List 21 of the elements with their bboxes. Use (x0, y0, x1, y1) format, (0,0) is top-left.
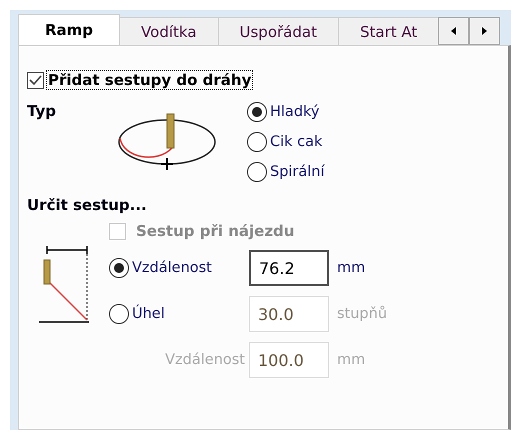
radio-option[interactable]: Cik cak (247, 132, 325, 152)
section-label: Typ (27, 102, 57, 120)
tab[interactable]: Start At (338, 17, 440, 45)
tab[interactable]: Vodítka (119, 17, 219, 45)
tab[interactable]: Ramp (18, 14, 120, 45)
tab[interactable]: Uspořádat (218, 17, 339, 45)
unit-label: stupňů (337, 306, 388, 322)
field-label: Vzdálenost (165, 352, 245, 368)
left-triangle-icon (450, 27, 457, 35)
section-label: Určit sestup... (27, 196, 148, 214)
checkbox[interactable] (27, 72, 44, 88)
radio-option[interactable]: Hladký (247, 102, 325, 122)
radio-option[interactable]: Vzdálenost (109, 258, 249, 278)
number-field[interactable]: 76.2 (249, 250, 329, 286)
radio-option[interactable]: Spirální (247, 162, 325, 182)
scroll-left-button[interactable] (438, 17, 470, 45)
unit-label: mm (337, 260, 366, 276)
checkbox-label[interactable]: Přidat sestupy do dráhy (46, 70, 254, 90)
scroll-right-button[interactable] (469, 17, 500, 45)
unit-label: mm (337, 352, 366, 368)
right-triangle-icon (482, 27, 488, 35)
